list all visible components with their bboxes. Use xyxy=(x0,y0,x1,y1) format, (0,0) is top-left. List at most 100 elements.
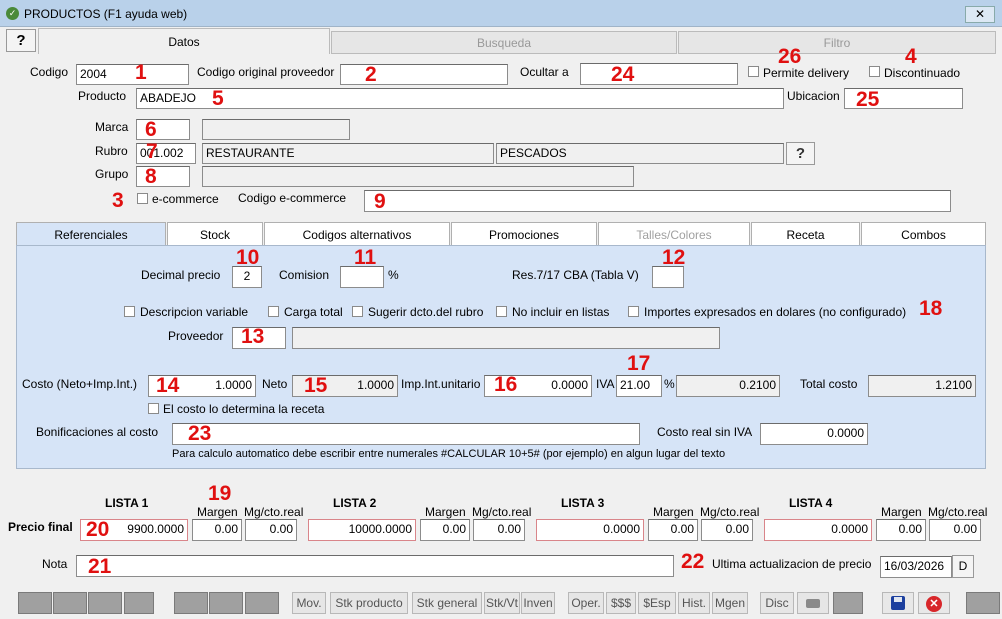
stk-producto-button[interactable]: Stk producto xyxy=(330,592,408,614)
discontinuado-checkbox[interactable] xyxy=(869,66,880,77)
codigo-ecommerce-input[interactable] xyxy=(364,190,951,212)
lista-2-precio-input[interactable]: 10000.0000 xyxy=(308,519,416,541)
dolares-label: Importes expresados en dolares (no confi… xyxy=(644,305,907,319)
iva-pct: % xyxy=(664,377,675,391)
cancel-icon: ✕ xyxy=(926,596,942,612)
marker-22: 22 xyxy=(681,550,705,573)
res-input[interactable] xyxy=(652,266,684,288)
tab-filtro[interactable]: Filtro xyxy=(678,31,996,54)
marker-2: 2 xyxy=(365,63,377,86)
tab-stock[interactable]: Stock xyxy=(167,222,263,246)
decimal-precio-input[interactable]: 2 xyxy=(232,266,262,288)
lista-2-margen-input[interactable]: 0.00 xyxy=(420,519,470,541)
help-button[interactable]: ? xyxy=(6,29,36,52)
tab-receta[interactable]: Receta xyxy=(751,222,860,246)
lista-4-margen-label: Margen xyxy=(881,505,922,519)
lista-4-margen-input[interactable]: 0.00 xyxy=(876,519,926,541)
permite-delivery-checkbox[interactable] xyxy=(748,66,759,77)
tab-datos[interactable]: Datos xyxy=(38,28,330,54)
inven-button[interactable]: Inven xyxy=(521,592,555,614)
costo-receta-label: El costo lo determina la receta xyxy=(163,402,325,416)
dollar-button[interactable]: $$$ xyxy=(606,592,636,614)
ecommerce-checkbox[interactable] xyxy=(137,193,148,204)
bonificaciones-input[interactable] xyxy=(172,423,640,445)
tab-combos-label: Combos xyxy=(901,228,946,242)
mgen-button[interactable]: Mgen xyxy=(712,592,748,614)
no-incluir-checkbox[interactable] xyxy=(496,306,507,317)
costo-real-label: Costo real sin IVA xyxy=(657,425,753,439)
tab-referenciales[interactable]: Referenciales xyxy=(16,222,166,247)
printer-icon xyxy=(806,599,820,608)
descripcion-variable-checkbox[interactable] xyxy=(124,306,135,317)
save-button[interactable] xyxy=(882,592,914,614)
marca-label: Marca xyxy=(95,120,129,134)
toolbar-blank-4[interactable] xyxy=(124,592,154,614)
disc-button[interactable]: Disc xyxy=(760,592,794,614)
tab-talles-colores[interactable]: Talles/Colores xyxy=(598,222,750,246)
marker-4: 4 xyxy=(905,45,917,68)
rubro-help-button[interactable]: ? xyxy=(786,142,815,165)
toolbar-blank-8[interactable] xyxy=(833,592,863,614)
toolbar-blank-7[interactable] xyxy=(245,592,279,614)
costo-label: Costo (Neto+Imp.Int.) xyxy=(22,377,138,391)
tab-codigos-alternativos[interactable]: Codigos alternativos xyxy=(264,222,450,246)
producto-input[interactable]: ABADEJO xyxy=(136,88,784,109)
toolbar-blank-6[interactable] xyxy=(209,592,243,614)
lista-3-mg-input[interactable]: 0.00 xyxy=(701,519,753,541)
rubro-code-input[interactable]: 001.002 xyxy=(136,143,196,164)
costo-receta-checkbox[interactable] xyxy=(148,403,159,414)
iva-input[interactable]: 21.00 xyxy=(616,375,662,397)
dolares-checkbox[interactable] xyxy=(628,306,639,317)
rubro-sub-field: PESCADOS xyxy=(496,143,784,164)
lista-1-margen-input[interactable]: 0.00 xyxy=(192,519,242,541)
tab-busqueda[interactable]: Busqueda xyxy=(331,31,677,54)
ocultar-input[interactable] xyxy=(580,63,738,85)
iva-amount-field: 0.2100 xyxy=(676,375,780,397)
carga-total-checkbox[interactable] xyxy=(268,306,279,317)
lista-4-precio-input[interactable]: 0.0000 xyxy=(764,519,872,541)
toolbar-blank-5[interactable] xyxy=(174,592,208,614)
sugerir-checkbox[interactable] xyxy=(352,306,363,317)
marker-7: 7 xyxy=(146,140,158,163)
toolbar-blank-2[interactable] xyxy=(53,592,87,614)
codigo-original-label: Codigo original proveedor xyxy=(197,65,335,79)
costo-real-field: 0.0000 xyxy=(760,423,868,445)
mov-button[interactable]: Mov. xyxy=(292,592,326,614)
tab-combos[interactable]: Combos xyxy=(861,222,986,246)
lista-4-mg-input[interactable]: 0.00 xyxy=(929,519,981,541)
toolbar-blank-9[interactable] xyxy=(966,592,1000,614)
toolbar-blank-1[interactable] xyxy=(18,592,52,614)
codigo-label: Codigo xyxy=(30,65,69,79)
hist-button[interactable]: Hist. xyxy=(678,592,710,614)
marker-13: 13 xyxy=(241,325,265,348)
tab-promociones[interactable]: Promociones xyxy=(451,222,597,246)
no-incluir-label: No incluir en listas xyxy=(512,305,610,319)
nota-input[interactable] xyxy=(76,555,674,577)
codigo-input[interactable]: 2004 xyxy=(76,64,189,85)
ultima-d-button[interactable]: D xyxy=(952,555,974,578)
stk-general-button[interactable]: Stk general xyxy=(412,592,482,614)
marker-19: 19 xyxy=(208,482,232,505)
lista-3-precio-input[interactable]: 0.0000 xyxy=(536,519,644,541)
lista-1-mg-input[interactable]: 0.00 xyxy=(245,519,297,541)
app-icon: ✓ xyxy=(6,7,19,20)
oper-button[interactable]: Oper. xyxy=(568,592,604,614)
comision-input[interactable] xyxy=(340,266,384,288)
lista-3-margen-input[interactable]: 0.00 xyxy=(648,519,698,541)
stk-vt-button[interactable]: Stk/Vt xyxy=(484,592,520,614)
close-window-button[interactable]: ✕ xyxy=(965,6,995,23)
lista-2-mg-input[interactable]: 0.00 xyxy=(473,519,525,541)
res-label: Res.7/17 CBA (Tabla V) xyxy=(512,268,639,282)
marker-3: 3 xyxy=(112,189,124,212)
toolbar-blank-3[interactable] xyxy=(88,592,122,614)
tab-filtro-label: Filtro xyxy=(823,36,851,50)
esp-button[interactable]: $Esp xyxy=(638,592,676,614)
cancel-button[interactable]: ✕ xyxy=(918,592,950,614)
precio-final-label: Precio final xyxy=(8,520,73,534)
print-button[interactable] xyxy=(797,592,829,614)
marker-9: 9 xyxy=(374,190,386,213)
marker-24: 24 xyxy=(611,63,635,86)
discontinuado-label: Discontinuado xyxy=(884,66,961,80)
lista-3-mg-label: Mg/cto.real xyxy=(700,505,760,519)
marker-16: 16 xyxy=(494,373,518,396)
